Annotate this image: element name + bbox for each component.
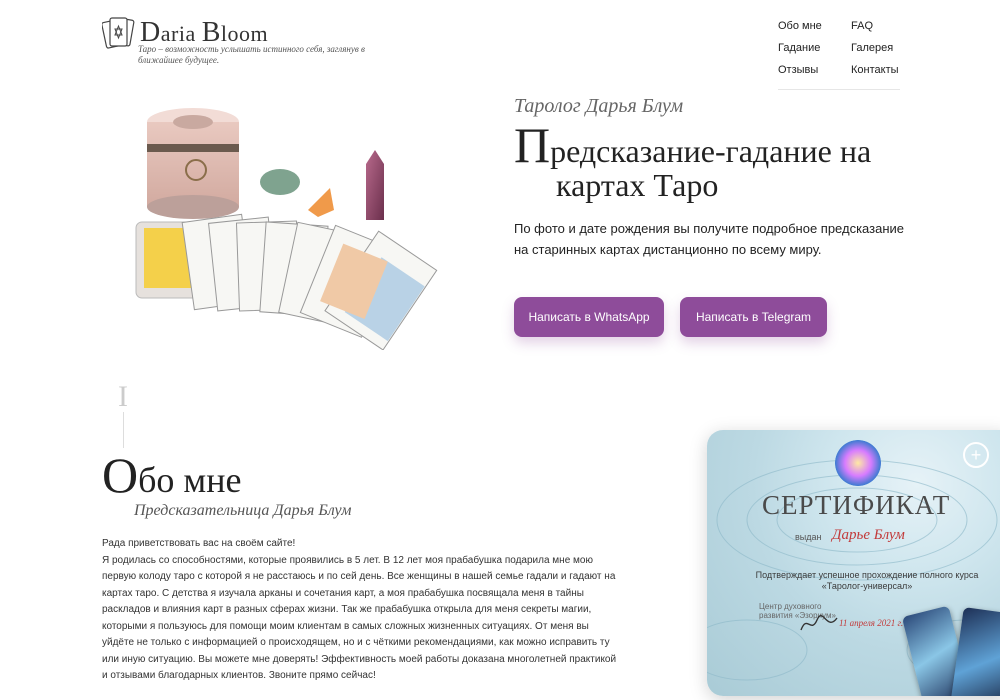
logo-tagline: Таро – возможность услышать истинного се… (138, 44, 365, 65)
about-subtitle: Предсказательница Дарья Блум (134, 502, 352, 519)
certificate-emblem (835, 440, 881, 486)
hero-title: Предсказание-гадание на картах Таро (514, 117, 872, 203)
hero-image-tarot-candle (118, 92, 484, 351)
hero-subtitle: Таролог Дарья Блум (514, 95, 684, 117)
certificate-name: Дарье Блум (832, 527, 905, 543)
certificate-title: СЕРТИФИКАТ (762, 490, 951, 520)
section-number: I (118, 380, 128, 413)
plus-circle-icon[interactable]: + (963, 442, 989, 468)
nav-link-about[interactable]: Обо мне (778, 19, 851, 33)
nav-link-reading[interactable]: Гадание (778, 41, 851, 55)
about-paragraph: Я родилась со способностями, которые про… (102, 554, 617, 682)
nav-link-reviews[interactable]: Отзывы (778, 63, 851, 77)
nav-link-gallery[interactable]: Галерея (851, 41, 906, 55)
nav-link-contacts[interactable]: Контакты (851, 63, 906, 77)
site-logo[interactable]: Daria Bloom Таро – возможность услышать … (101, 15, 365, 65)
signature-icon (800, 615, 838, 631)
hero-description: По фото и дате рождения вы получите подр… (514, 221, 905, 257)
certificate-image[interactable]: + СЕРТИФИКАТ выдан Дарье Блум Подтвержда… (707, 430, 1000, 696)
certificate-issued: выдан (795, 532, 822, 542)
certificate-date: 11 апреля 2021 г. (839, 618, 904, 628)
whatsapp-button[interactable]: Написать в WhatsApp (514, 297, 664, 337)
section-divider (123, 412, 124, 448)
nav-link-faq[interactable]: FAQ (851, 19, 906, 33)
about-text: Рада приветствовать вас на своём сайте! … (102, 536, 622, 685)
about-paragraph: Рада приветствовать вас на своём сайте! (102, 538, 296, 549)
tarot-star-logo-icon (101, 15, 136, 51)
certificate-description: Подтверждает успешное прохождение полног… (755, 570, 979, 591)
main-nav: Обо мне FAQ Гадание Галерея Отзывы Конта… (778, 19, 900, 90)
about-title: Обо мне (102, 447, 242, 503)
telegram-button[interactable]: Написать в Telegram (680, 297, 827, 337)
